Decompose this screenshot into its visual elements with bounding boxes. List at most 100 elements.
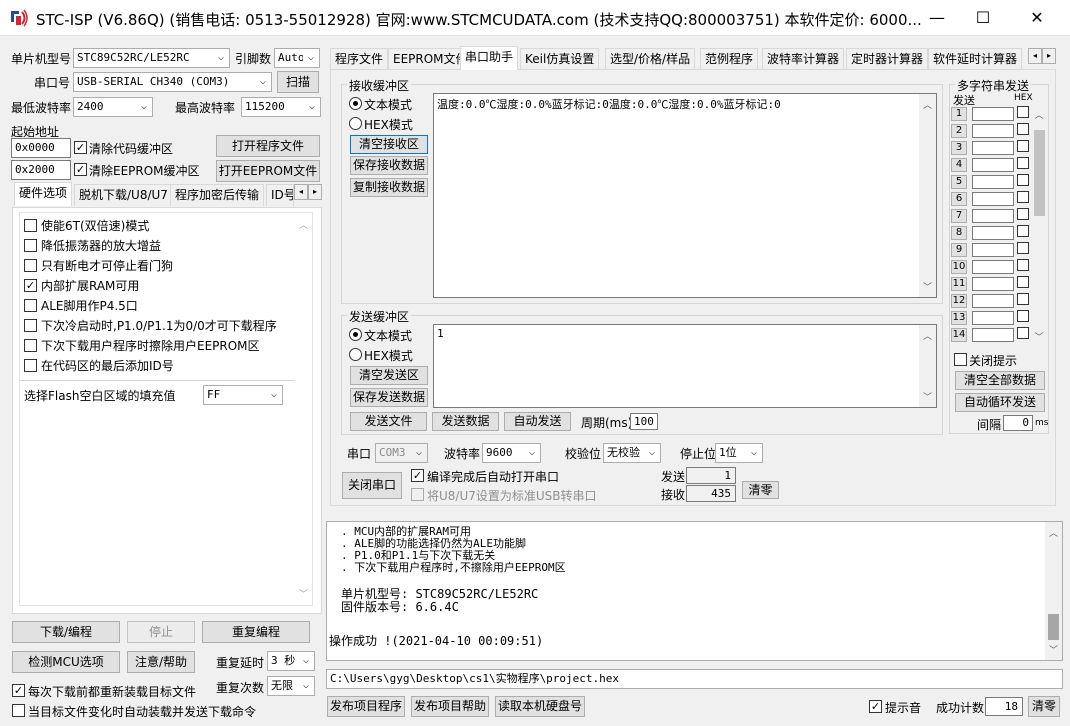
tab-serial-assistant[interactable]: 串口助手 <box>460 46 519 70</box>
help-button[interactable]: 注意/帮助 <box>127 651 195 673</box>
auto-send-button[interactable]: 自动发送 <box>504 412 571 431</box>
multi-send-hex-checkbox[interactable] <box>1017 276 1029 288</box>
tab-examples[interactable]: 范例程序 <box>700 48 759 70</box>
log-output[interactable]: . MCU内部的扩展RAM可用. ALE脚的功能选择仍然为ALE功能脚. P1.… <box>326 521 1063 661</box>
scroll-up-icon[interactable]: ︿ <box>1032 108 1046 121</box>
multi-send-row-button[interactable]: 7 <box>951 209 967 223</box>
scroll-up-icon[interactable]: ︿ <box>1045 526 1062 539</box>
auto-loop-send-button[interactable]: 自动循环发送 <box>955 393 1045 412</box>
scroll-up-icon[interactable]: ︿ <box>295 218 312 231</box>
port-select[interactable]: USB-SERIAL CH340 (COM3) ⌵ <box>73 72 272 92</box>
multi-send-row-button[interactable]: 13 <box>951 311 967 325</box>
tab-scroll-left-icon[interactable]: ◂ <box>294 184 308 200</box>
tab-offline-download[interactable]: 脱机下载/U8/U7 <box>74 184 173 206</box>
check-mcu-options-button[interactable]: 检测MCU选项 <box>12 651 120 673</box>
multi-send-hex-checkbox[interactable] <box>1017 140 1029 152</box>
scan-button[interactable]: 扫描 <box>277 71 319 93</box>
multi-send-row-button[interactable]: 6 <box>951 192 967 206</box>
serial-port-select[interactable]: COM3 ⌵ <box>375 443 428 463</box>
multi-send-row-button[interactable]: 8 <box>951 226 967 240</box>
stop-button[interactable]: 停止 <box>127 621 195 643</box>
multi-send-row-button[interactable]: 14 <box>951 328 967 342</box>
multi-send-hex-checkbox[interactable] <box>1017 106 1029 118</box>
multi-send-string-input[interactable] <box>972 192 1014 206</box>
fill-value-select[interactable]: FF ⌵ <box>203 385 283 405</box>
multi-send-hex-checkbox[interactable] <box>1017 157 1029 169</box>
beep-checkbox[interactable]: ✓ <box>869 700 882 713</box>
save-receive-button[interactable]: 保存接收数据 <box>350 156 428 175</box>
scrollbar-thumb[interactable] <box>1048 614 1059 640</box>
repeat-delay-select[interactable]: 3 秒 ⌵ <box>267 651 315 671</box>
tab-scroll-right-icon[interactable]: ▸ <box>1042 48 1056 64</box>
scroll-up-icon[interactable]: ︿ <box>919 329 936 342</box>
close-tip-checkbox[interactable] <box>954 353 967 366</box>
multi-send-string-input[interactable] <box>972 277 1014 291</box>
tab-scroll-right-icon[interactable]: ▸ <box>308 184 322 200</box>
option-checkbox[interactable] <box>24 219 37 232</box>
multi-send-row-button[interactable]: 1 <box>951 107 967 121</box>
clear-all-data-button[interactable]: 清空全部数据 <box>955 371 1045 390</box>
interval-input[interactable]: 0 <box>1003 415 1033 431</box>
send-file-button[interactable]: 发送文件 <box>350 412 427 431</box>
open-eeprom-file-button[interactable]: 打开EEPROM文件 <box>216 160 320 182</box>
multi-send-string-input[interactable] <box>972 107 1014 121</box>
clear-success-count-button[interactable]: 清零 <box>1028 696 1060 717</box>
scrollbar-thumb[interactable] <box>1034 130 1045 216</box>
multi-send-row-button[interactable]: 4 <box>951 158 967 172</box>
option-checkbox[interactable] <box>24 319 37 332</box>
publish-program-button[interactable]: 发布项目程序 <box>327 696 405 717</box>
multi-send-row-button[interactable]: 2 <box>951 124 967 138</box>
baud-select[interactable]: 9600 ⌵ <box>482 443 541 463</box>
maximize-button[interactable]: ☐ <box>960 0 1006 36</box>
period-input[interactable]: 100 <box>630 413 658 430</box>
multi-send-hex-checkbox[interactable] <box>1017 293 1029 305</box>
publish-help-button[interactable]: 发布项目帮助 <box>411 696 489 717</box>
option-checkbox[interactable] <box>24 339 37 352</box>
receive-scrollbar[interactable]: ︿ ﹀ <box>919 94 936 297</box>
auto-open-port-checkbox[interactable]: ✓ <box>411 469 424 482</box>
min-baud-select[interactable]: 2400 ⌵ <box>73 97 153 117</box>
option-checkbox[interactable] <box>24 239 37 252</box>
multi-send-string-input[interactable] <box>972 243 1014 257</box>
multi-send-string-input[interactable] <box>972 158 1014 172</box>
multi-string-scrollbar[interactable]: ︿ ﹀ <box>1032 108 1046 343</box>
tab-timer-calculator[interactable]: 定时器计算器 <box>846 48 929 70</box>
multi-send-string-input[interactable] <box>972 124 1014 138</box>
save-send-button[interactable]: 保存发送数据 <box>350 388 428 407</box>
option-checkbox[interactable] <box>24 359 37 372</box>
scroll-down-icon[interactable]: ﹀ <box>295 587 312 600</box>
send-data-button[interactable]: 发送数据 <box>432 412 499 431</box>
multi-send-string-input[interactable] <box>972 260 1014 274</box>
multi-send-hex-checkbox[interactable] <box>1017 327 1029 339</box>
multi-send-row-button[interactable]: 12 <box>951 294 967 308</box>
multi-send-hex-checkbox[interactable] <box>1017 242 1029 254</box>
open-program-file-button[interactable]: 打开程序文件 <box>216 135 320 157</box>
multi-send-hex-checkbox[interactable] <box>1017 310 1029 322</box>
clear-eeprom-checkbox[interactable]: ✓ <box>74 163 87 176</box>
parity-select[interactable]: 无校验 ⌵ <box>603 443 661 463</box>
close-button[interactable]: ✕ <box>1014 0 1060 36</box>
tab-hardware-options[interactable]: 硬件选项 <box>14 182 73 206</box>
send-hex-mode-radio[interactable] <box>349 348 362 361</box>
send-textarea[interactable]: 1 ︿ ﹀ <box>433 324 937 408</box>
mcu-model-select[interactable]: STC89C52RC/LE52RC ⌵ <box>73 48 230 68</box>
code-address-input[interactable]: 0x0000 <box>11 138 71 158</box>
tab-id[interactable]: ID号 <box>266 184 294 206</box>
repeat-count-select[interactable]: 无限 ⌵ <box>267 676 315 696</box>
multi-send-row-button[interactable]: 11 <box>951 277 967 291</box>
repeat-program-button[interactable]: 重复编程 <box>202 621 310 643</box>
scroll-down-icon[interactable]: ﹀ <box>919 280 936 293</box>
pins-select[interactable]: Auto ⌵ <box>274 48 320 68</box>
multi-send-row-button[interactable]: 3 <box>951 141 967 155</box>
multi-send-string-input[interactable] <box>972 209 1014 223</box>
multi-send-hex-checkbox[interactable] <box>1017 208 1029 220</box>
multi-send-string-input[interactable] <box>972 328 1014 342</box>
eeprom-address-input[interactable]: 0x2000 <box>11 160 71 180</box>
recv-text-mode-radio[interactable] <box>349 97 362 110</box>
auto-load-checkbox[interactable] <box>12 704 25 717</box>
multi-send-string-input[interactable] <box>972 294 1014 308</box>
multi-send-hex-checkbox[interactable] <box>1017 259 1029 271</box>
reload-before-download-checkbox[interactable]: ✓ <box>12 684 25 697</box>
multi-send-hex-checkbox[interactable] <box>1017 191 1029 203</box>
send-scrollbar[interactable]: ︿ ﹀ <box>919 325 936 407</box>
